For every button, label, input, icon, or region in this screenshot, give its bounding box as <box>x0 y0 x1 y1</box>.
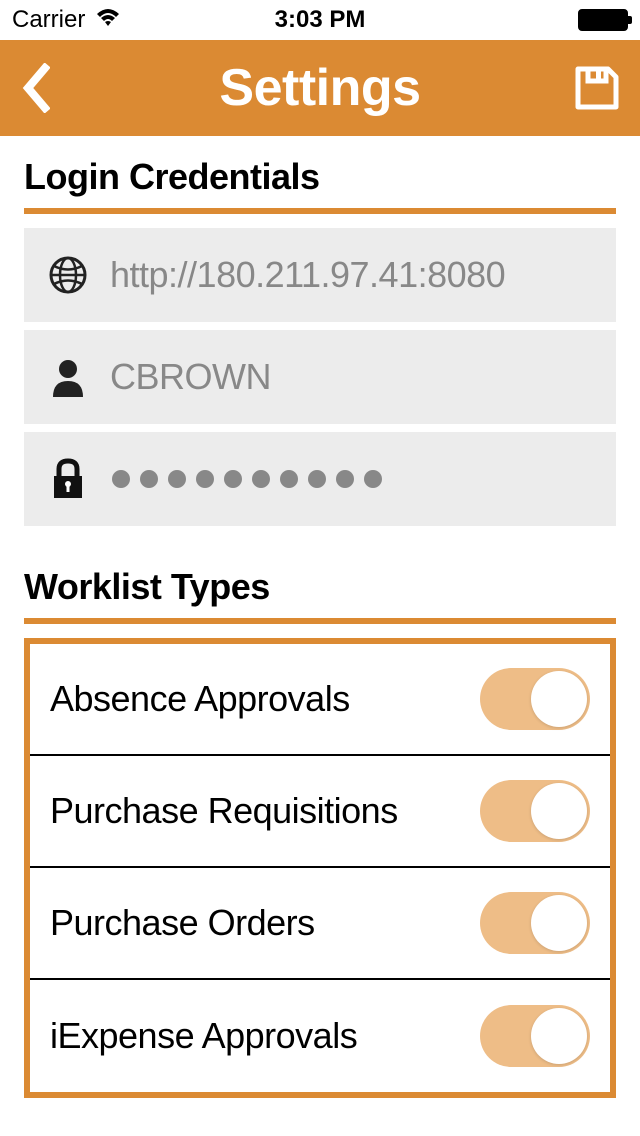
section-divider <box>24 618 616 624</box>
worklist-item-label: Purchase Requisitions <box>50 790 398 832</box>
toggle-knob <box>531 1008 587 1064</box>
toggle-knob <box>531 783 587 839</box>
carrier-label: Carrier <box>12 6 85 34</box>
globe-icon <box>44 255 92 295</box>
toggle-knob <box>531 671 587 727</box>
toggle-knob <box>531 895 587 951</box>
username-field[interactable]: CBROWN <box>24 330 616 424</box>
worklist-item: Purchase Orders <box>30 868 610 980</box>
worklist-types-section: Worklist Types Absence Approvals Purchase… <box>24 566 616 1098</box>
password-field[interactable] <box>24 432 616 526</box>
nav-bar: Settings <box>0 40 640 136</box>
lock-icon <box>44 458 92 500</box>
password-masked-value <box>112 470 382 488</box>
password-dot <box>280 470 298 488</box>
worklist-item: iExpense Approvals <box>30 980 610 1092</box>
save-button[interactable] <box>574 65 620 111</box>
section-title-credentials: Login Credentials <box>24 156 616 198</box>
password-dot <box>168 470 186 488</box>
login-credentials-section: Login Credentials http://180.211.97.41:8… <box>24 156 616 526</box>
worklist-item-label: iExpense Approvals <box>50 1015 357 1057</box>
password-dot <box>364 470 382 488</box>
wifi-icon <box>93 6 123 35</box>
toggle-switch[interactable] <box>480 780 590 842</box>
password-dot <box>140 470 158 488</box>
toggle-switch[interactable] <box>480 668 590 730</box>
toggle-switch[interactable] <box>480 892 590 954</box>
password-dot <box>224 470 242 488</box>
page-title: Settings <box>219 58 420 118</box>
url-value: http://180.211.97.41:8080 <box>110 254 505 296</box>
section-divider <box>24 208 616 214</box>
user-icon <box>44 357 92 397</box>
worklist-item-label: Absence Approvals <box>50 678 350 720</box>
password-dot <box>336 470 354 488</box>
worklist-box: Absence Approvals Purchase Requisitions Pu… <box>24 638 616 1098</box>
password-dot <box>112 470 130 488</box>
status-bar: Carrier 3:03 PM <box>0 0 640 40</box>
worklist-item: Purchase Requisitions <box>30 756 610 868</box>
toggle-switch[interactable] <box>480 1005 590 1067</box>
username-value: CBROWN <box>110 356 271 398</box>
back-button[interactable] <box>20 63 50 113</box>
battery-icon <box>578 9 628 31</box>
section-title-worklist: Worklist Types <box>24 566 616 608</box>
worklist-item: Absence Approvals <box>30 644 610 756</box>
url-field[interactable]: http://180.211.97.41:8080 <box>24 228 616 322</box>
password-dot <box>308 470 326 488</box>
status-time: 3:03 PM <box>275 6 366 34</box>
worklist-item-label: Purchase Orders <box>50 902 315 944</box>
password-dot <box>196 470 214 488</box>
password-dot <box>252 470 270 488</box>
